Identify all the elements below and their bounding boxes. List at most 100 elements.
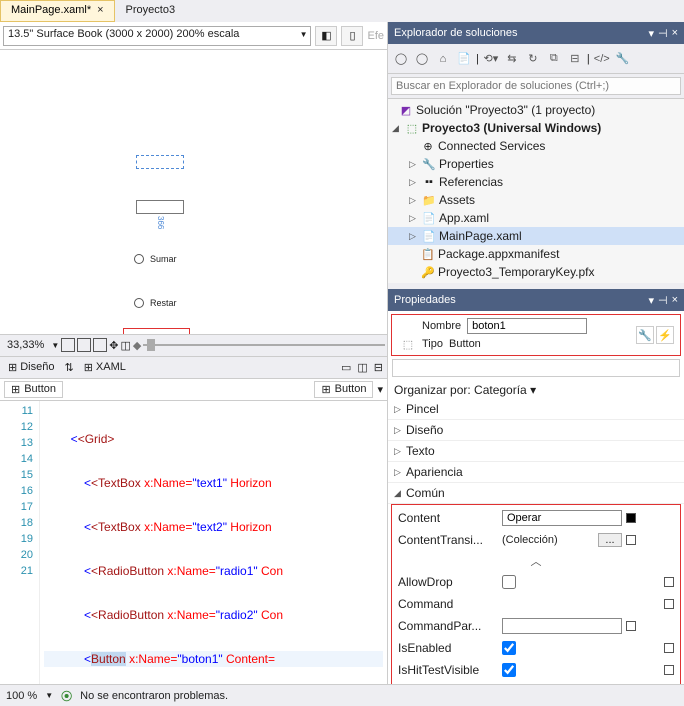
wrench-icon: 🔧 [422,157,436,171]
solution-search-input[interactable] [391,77,681,95]
prop-command-label: Command [398,597,498,611]
expander-icon[interactable]: ▷ [409,177,419,188]
grid-icon[interactable] [61,338,75,352]
textbox-1[interactable] [136,155,184,169]
prop-marker-icon[interactable] [664,577,674,587]
back-icon[interactable]: ◯ [392,50,410,68]
orientation-icon[interactable]: ▯ [341,26,363,46]
tab-mainpage[interactable]: MainPage.xaml*× [0,0,115,22]
prop-marker-icon[interactable] [626,621,636,631]
name-input[interactable] [467,318,587,334]
allowdrop-checkbox[interactable] [502,575,516,589]
pin-icon[interactable]: ⊣ [658,294,668,307]
layout-icon[interactable]: ▭ [341,361,351,374]
layout-icon[interactable]: ◫ [357,361,367,374]
radio-sumar[interactable]: Sumar [134,254,177,264]
pin-icon[interactable]: ⊣ [658,27,668,40]
toggle-icon[interactable]: ◫ [120,339,130,352]
line-gutter: 111213 141516 171819 2021 [0,401,40,685]
prop-marker-icon[interactable] [664,643,674,653]
prop-commandpar-label: CommandPar... [398,619,498,633]
effects-label: Efe [367,30,384,42]
designer-canvas[interactable]: 366 Sumar Restar 109 🔗 Op...rar TextBloc… [0,50,387,335]
property-search-input[interactable] [392,359,680,377]
solution-tree[interactable]: ◩Solución "Proyecto3" (1 proyecto) ◢⬚Pro… [388,99,684,283]
snap-icon[interactable] [93,338,107,352]
device-select[interactable]: 13.5" Surface Book (3000 x 2000) 200% es… [3,26,311,46]
textbox-2[interactable] [136,200,184,214]
category-apariencia[interactable]: ▷Apariencia [388,462,684,483]
expander-icon[interactable]: ▷ [409,159,419,170]
expander-icon[interactable]: ▷ [409,213,419,224]
expander-icon[interactable]: ◢ [392,123,402,134]
wrench-icon[interactable]: 🔧 [636,326,654,344]
service-icon: ⊕ [421,139,435,153]
name-label: Nombre [422,320,461,332]
refresh-icon[interactable]: ↻ [524,50,542,68]
isenabled-checkbox[interactable] [502,641,516,655]
forward-icon[interactable]: ◯ [413,50,431,68]
breadcrumb[interactable]: ⊞ Button [4,381,63,398]
type-label: Tipo [422,338,443,350]
swap-icon[interactable]: ⇅ [64,361,73,374]
close-icon[interactable]: × [672,294,678,307]
prop-contenttrans-value: (Colección) [502,534,594,546]
status-message: No se encontraron problemas. [80,690,228,702]
zoom-slider[interactable] [143,338,385,352]
code-icon[interactable]: </> [593,50,611,68]
chevron-up-icon[interactable]: ︿ [392,551,680,571]
manifest-icon: 📋 [421,247,435,261]
xaml-icon: 📄 [422,229,436,243]
dropdown-icon[interactable]: ▾ [648,294,654,307]
lightning-icon[interactable]: ⚡ [656,326,674,344]
close-icon[interactable]: × [672,27,678,40]
design-tab[interactable]: ⊞ Diseño [4,359,58,376]
sync-icon[interactable]: ⇆ [503,50,521,68]
prop-content-input[interactable] [502,510,622,526]
collapse-icon[interactable]: ⊟ [566,50,584,68]
category-texto[interactable]: ▷Texto [388,441,684,462]
code-editor[interactable]: <<Grid> <<TextBox x:Name="text1" Horizon… [40,401,387,685]
tab-proyecto3[interactable]: Proyecto3 [115,0,187,22]
xaml-tab[interactable]: ⊞ XAML [80,359,130,376]
showall-icon[interactable]: ⧉ [545,50,563,68]
prop-marker-icon[interactable] [626,513,636,523]
radio-restar[interactable]: Restar [134,298,177,308]
home-icon[interactable]: ⌂ [434,50,452,68]
expander-icon[interactable]: ▷ [409,231,419,242]
orientation-icon[interactable]: ◧ [315,26,337,46]
toggle-icon[interactable]: ✥ [109,339,118,352]
key-icon: 🔑 [421,265,435,279]
toggle-icon[interactable]: ◆ [133,339,141,352]
dropdown-icon[interactable]: ▾ [648,27,654,40]
layout-icon[interactable]: ⊟ [374,361,383,374]
category-comun[interactable]: ◢Común [388,483,684,504]
properties-title: Propiedades [394,294,648,306]
sync-icon[interactable]: 📄 [455,50,473,68]
grid-icon[interactable] [77,338,91,352]
solution-icon: ◩ [399,103,413,117]
ok-icon: ⦿ [61,688,72,704]
ellipsis-button[interactable]: ... [598,533,622,547]
expander-icon[interactable]: ▷ [409,195,419,206]
folder-icon: 📁 [422,193,436,207]
category-pincel[interactable]: ▷Pincel [388,399,684,420]
organize-label[interactable]: Organizar por: Categoría [394,383,527,397]
ishittest-checkbox[interactable] [502,663,516,677]
close-icon[interactable]: × [97,4,103,16]
solution-explorer-title: Explorador de soluciones [394,27,648,39]
prop-marker-icon[interactable] [664,665,674,675]
type-value: Button [449,338,481,350]
prop-ishittest-label: IsHitTestVisible [398,663,498,677]
project-icon: ⬚ [405,121,419,135]
refresh-icon[interactable]: ⟲▾ [482,50,500,68]
breadcrumb[interactable]: ⊞ Button [314,381,373,398]
category-diseno[interactable]: ▷Diseño [388,420,684,441]
dropdown-icon[interactable]: ▾ [377,383,383,396]
zoom-value[interactable]: 33,33% [2,336,49,354]
prop-marker-icon[interactable] [626,535,636,545]
prop-marker-icon[interactable] [664,599,674,609]
commandpar-input[interactable] [502,618,622,634]
wrench-icon[interactable]: 🔧 [614,50,632,68]
element-icon: ⬚ [403,338,413,351]
